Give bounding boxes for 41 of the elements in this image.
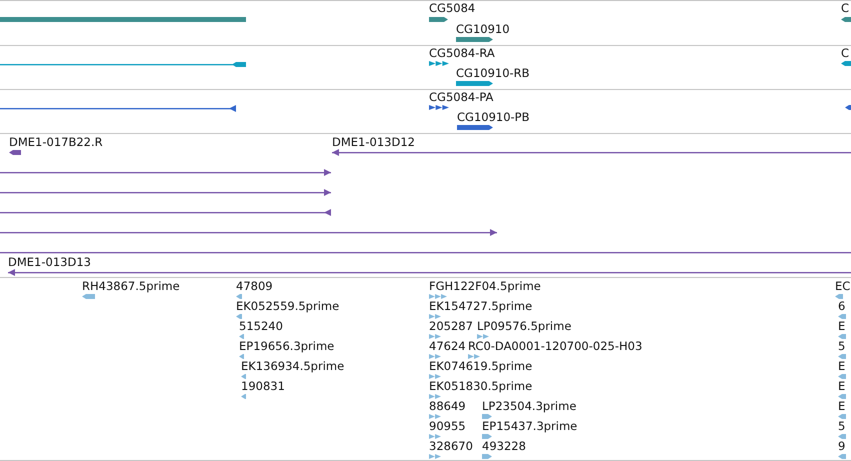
- feature-label: E: [838, 359, 846, 373]
- feature-label: 5: [838, 419, 846, 433]
- feature-label: EK052559.5prime: [236, 299, 340, 313]
- feature-label: 47809: [236, 279, 273, 293]
- feature-label: RC0-DA0001-120700-025-H03: [468, 339, 642, 353]
- feature-label: FGH122F04.5prime: [429, 279, 541, 293]
- feature-label: E: [838, 319, 846, 333]
- feature-label: CG10910-RB: [456, 66, 530, 80]
- feature-label: C: [841, 46, 850, 60]
- feature-label: CG5084-PA: [429, 90, 494, 104]
- feature-label: DME1-017B22.R: [9, 135, 103, 149]
- feature-label: 88649: [429, 399, 466, 413]
- feature-label: CG10910: [456, 22, 510, 36]
- feature-label: 6: [838, 299, 846, 313]
- feature-label: RH43867.5prime: [82, 279, 180, 293]
- feature-label: DME1-013D13: [8, 255, 91, 269]
- feature-label: EK136934.5prime: [241, 359, 344, 373]
- feature-label: LP09576.5prime: [477, 319, 572, 333]
- feature-label: 9: [838, 439, 846, 453]
- feature-label: CG10910-PB: [457, 110, 530, 124]
- feature-label: EP15437.3prime: [482, 419, 578, 433]
- feature-label: EK154727.5prime: [429, 299, 532, 313]
- feature-label: CG5084-RA: [429, 46, 495, 60]
- feature-label: E: [838, 399, 846, 413]
- feature-label: 47624: [429, 339, 466, 353]
- feature-label: EK074619.5prime: [429, 359, 532, 373]
- feature-label: 328670: [429, 439, 473, 453]
- feature-label: EC: [835, 279, 850, 293]
- feature-label: C: [841, 1, 850, 15]
- feature-label: 5: [838, 339, 846, 353]
- feature-label: EP19656.3prime: [239, 339, 334, 353]
- feature-label: LP23504.3prime: [482, 399, 576, 413]
- feature-label: DME1-013D12: [332, 135, 415, 149]
- feature-label: CG5084: [429, 1, 476, 15]
- feature-label: EK051830.5prime: [429, 379, 532, 393]
- feature-label: 493228: [482, 439, 526, 453]
- feature-label: 190831: [241, 379, 285, 393]
- feature-label: 205287: [429, 319, 473, 333]
- feature-label: E: [838, 379, 846, 393]
- feature-label: 90955: [429, 419, 466, 433]
- feature-label: 515240: [239, 319, 283, 333]
